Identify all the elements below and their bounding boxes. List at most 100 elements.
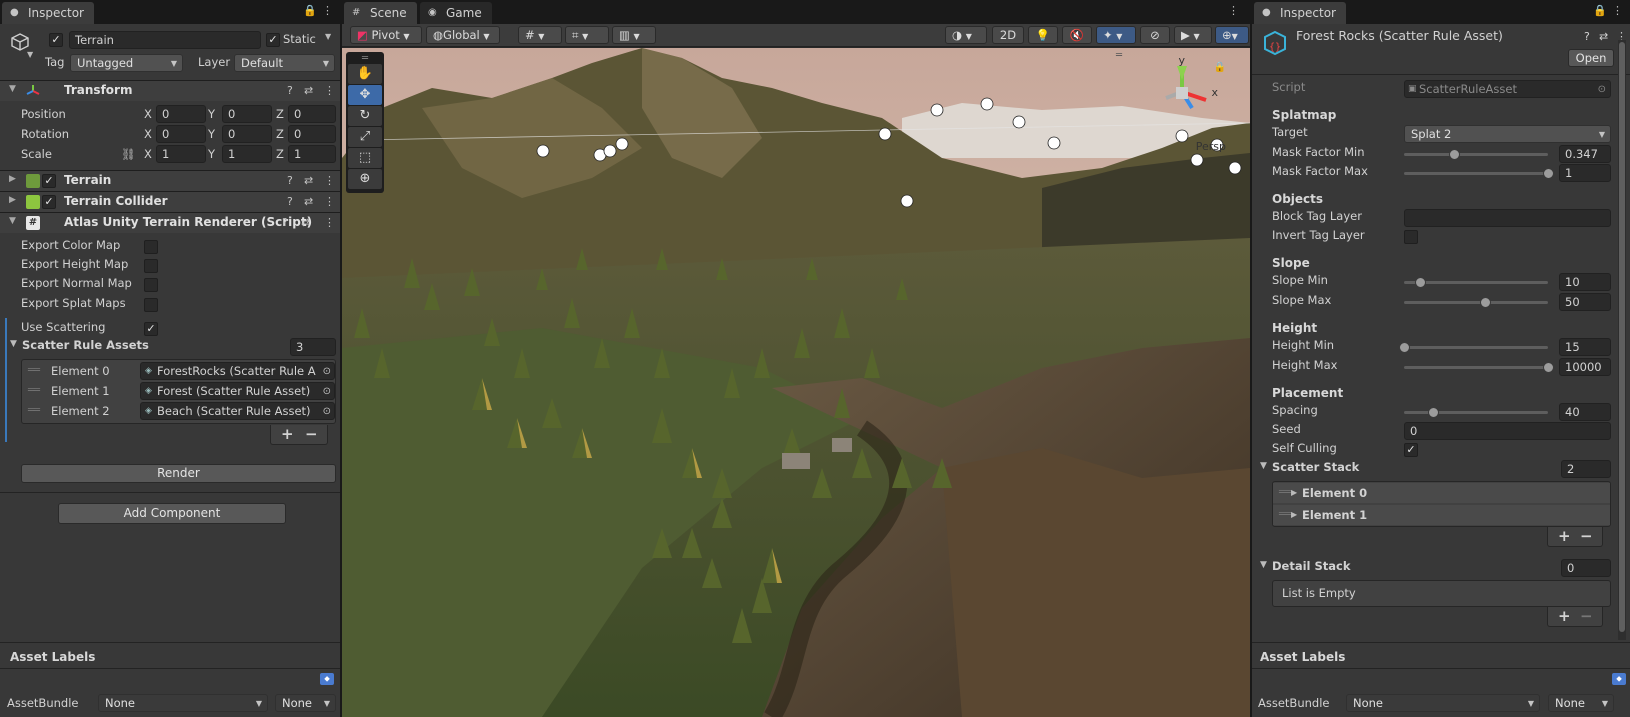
transform-header[interactable]: ▼ Transform ? ⇄ ⋮: [0, 80, 340, 101]
transform-tool-button[interactable]: ⊕: [348, 169, 382, 189]
axis-y-label[interactable]: Y: [208, 145, 215, 164]
slider-thumb[interactable]: [1543, 168, 1554, 179]
scale-y-field[interactable]: 1: [222, 145, 272, 163]
static-dropdown-arrow[interactable]: ▼: [325, 32, 331, 41]
scrollbar-thumb[interactable]: [1619, 42, 1625, 632]
mask-factor-max-slider[interactable]: [1404, 164, 1554, 183]
asset-bundle-dropdown[interactable]: None ▼: [98, 694, 268, 712]
preset-icon[interactable]: ⇄: [304, 174, 313, 187]
self-culling-checkbox[interactable]: ✓: [1404, 443, 1418, 457]
effects-dropdown[interactable]: ✦ ▼: [1096, 26, 1136, 44]
lighting-toggle[interactable]: 💡: [1028, 26, 1058, 44]
foldout-arrow-icon[interactable]: ▼: [1260, 461, 1267, 471]
rotate-tool-button[interactable]: ↻: [348, 106, 382, 126]
position-x-field[interactable]: 0: [156, 105, 206, 123]
list-item[interactable]: ══ ▶ Element 0: [1273, 483, 1610, 503]
asset-bundle-variant-dropdown[interactable]: None ▼: [275, 694, 336, 712]
object-field[interactable]: ◈ Forest (Scatter Rule Asset) ⊙: [140, 382, 335, 400]
help-icon[interactable]: ?: [287, 84, 293, 97]
rect-tool-button[interactable]: ⬚: [348, 148, 382, 168]
constrain-proportions-icon[interactable]: ⛓: [121, 145, 136, 164]
add-element-button[interactable]: +: [1558, 607, 1571, 625]
slope-min-slider[interactable]: [1404, 273, 1548, 292]
help-icon[interactable]: ?: [282, 216, 288, 229]
scrollbar-track[interactable]: [1618, 40, 1626, 640]
axis-z-label[interactable]: Z: [276, 145, 284, 164]
remove-element-button[interactable]: −: [305, 425, 318, 443]
drag-handle-icon[interactable]: ══: [28, 361, 40, 381]
pivot-dropdown[interactable]: ◩ Pivot ▼: [350, 26, 422, 44]
list-item[interactable]: ══ Element 0 ◈ ForestRocks (Scatter Rule …: [22, 361, 335, 381]
scale-tool-button[interactable]: ⤢: [348, 127, 382, 147]
2d-toggle[interactable]: 2D: [992, 26, 1024, 44]
hand-tool-button[interactable]: ✋: [348, 64, 382, 84]
slider-thumb[interactable]: [1479, 297, 1491, 308]
foldout-arrow-icon[interactable]: ▼: [9, 216, 16, 226]
audio-toggle[interactable]: 🔇: [1062, 26, 1092, 44]
preset-icon[interactable]: ⇄: [1599, 30, 1608, 43]
list-item[interactable]: ══ Element 1 ◈ Forest (Scatter Rule Asset…: [22, 381, 335, 401]
slider-thumb[interactable]: [1414, 277, 1426, 288]
more-menu-icon[interactable]: ⋮: [322, 4, 333, 17]
icon-dropdown-arrow[interactable]: ▼: [27, 50, 33, 59]
preset-icon[interactable]: ⇄: [304, 195, 313, 208]
mask-factor-min-slider[interactable]: [1404, 145, 1548, 164]
invert-tag-layer-checkbox[interactable]: [1404, 230, 1418, 244]
scatter-rule-assets-label[interactable]: Scatter Rule Assets: [22, 338, 149, 352]
detail-stack-label[interactable]: Detail Stack: [1272, 559, 1351, 573]
list-item[interactable]: ══ Element 2 ◈ Beach (Scatter Rule Asset)…: [22, 401, 335, 421]
render-button[interactable]: Render: [21, 464, 336, 483]
grid-snap-toggle[interactable]: # ▼: [518, 26, 562, 44]
object-picker-icon[interactable]: ⊙: [323, 403, 331, 419]
foldout-arrow-icon[interactable]: ▶: [9, 195, 16, 205]
object-field[interactable]: ◈ Beach (Scatter Rule Asset) ⊙: [140, 402, 335, 420]
tag-dropdown[interactable]: Untagged ▼: [70, 54, 183, 72]
foldout-arrow-icon[interactable]: ▼: [10, 339, 17, 349]
toolbar-drag-handle[interactable]: ═: [348, 54, 382, 64]
height-max-slider[interactable]: [1404, 358, 1554, 377]
rotation-y-field[interactable]: 0: [222, 125, 272, 143]
mask-factor-max-field[interactable]: 1: [1559, 164, 1611, 182]
list-item[interactable]: ══ ▶ Element 1: [1273, 505, 1610, 525]
position-z-field[interactable]: 0: [288, 105, 336, 123]
object-name-field[interactable]: Terrain: [69, 31, 261, 49]
component-menu-icon[interactable]: ⋮: [324, 195, 335, 208]
preset-icon[interactable]: ⇄: [301, 216, 310, 229]
scale-z-field[interactable]: 1: [288, 145, 336, 163]
gizmos-dropdown[interactable]: ⊕▼: [1215, 26, 1249, 44]
help-icon[interactable]: ?: [1584, 30, 1590, 43]
overlay-menu-icon[interactable]: ═: [1116, 50, 1122, 61]
drag-handle-icon[interactable]: ══: [28, 381, 40, 401]
tab-game[interactable]: ◉ Game: [420, 2, 492, 24]
help-icon[interactable]: ?: [287, 174, 293, 187]
layer-dropdown[interactable]: Default ▼: [234, 54, 335, 72]
increment-snap-toggle[interactable]: ▥ ▼: [612, 26, 656, 44]
move-tool-button[interactable]: ✥: [348, 85, 382, 105]
preset-icon[interactable]: ⇄: [304, 84, 313, 97]
rotation-x-field[interactable]: 0: [156, 125, 206, 143]
hidden-objects-toggle[interactable]: ⊘: [1140, 26, 1170, 44]
remove-element-button[interactable]: −: [1580, 527, 1593, 545]
spacing-slider[interactable]: [1404, 403, 1548, 422]
terrain-collider-header[interactable]: ▶ ✓ Terrain Collider ? ⇄ ⋮: [0, 191, 340, 212]
mask-factor-min-field[interactable]: 0.347: [1559, 145, 1611, 163]
slope-min-field[interactable]: 10: [1559, 273, 1611, 291]
height-max-field[interactable]: 10000: [1559, 358, 1611, 376]
block-tag-layer-field[interactable]: [1404, 209, 1611, 227]
tab-scene[interactable]: # Scene: [344, 2, 417, 24]
component-menu-icon[interactable]: ⋮: [324, 174, 335, 187]
axis-z-label[interactable]: Z: [276, 105, 284, 124]
terrain-component-header[interactable]: ▶ ✓ Terrain ? ⇄ ⋮: [0, 170, 340, 191]
position-y-field[interactable]: 0: [222, 105, 272, 123]
scatter-stack-label[interactable]: Scatter Stack: [1272, 460, 1359, 474]
tab-inspector[interactable]: ● Inspector: [2, 2, 94, 24]
axis-x-label[interactable]: X: [144, 105, 152, 124]
spacing-field[interactable]: 40: [1559, 403, 1611, 421]
object-picker-icon[interactable]: ⊙: [323, 363, 331, 379]
axis-x-label[interactable]: X: [144, 145, 152, 164]
slider-thumb[interactable]: [1399, 342, 1410, 353]
axis-z-label[interactable]: Z: [276, 125, 284, 144]
tab-inspector[interactable]: ● Inspector: [1254, 2, 1346, 24]
foldout-arrow-icon[interactable]: ▼: [9, 84, 16, 94]
add-element-button[interactable]: +: [1558, 527, 1571, 545]
